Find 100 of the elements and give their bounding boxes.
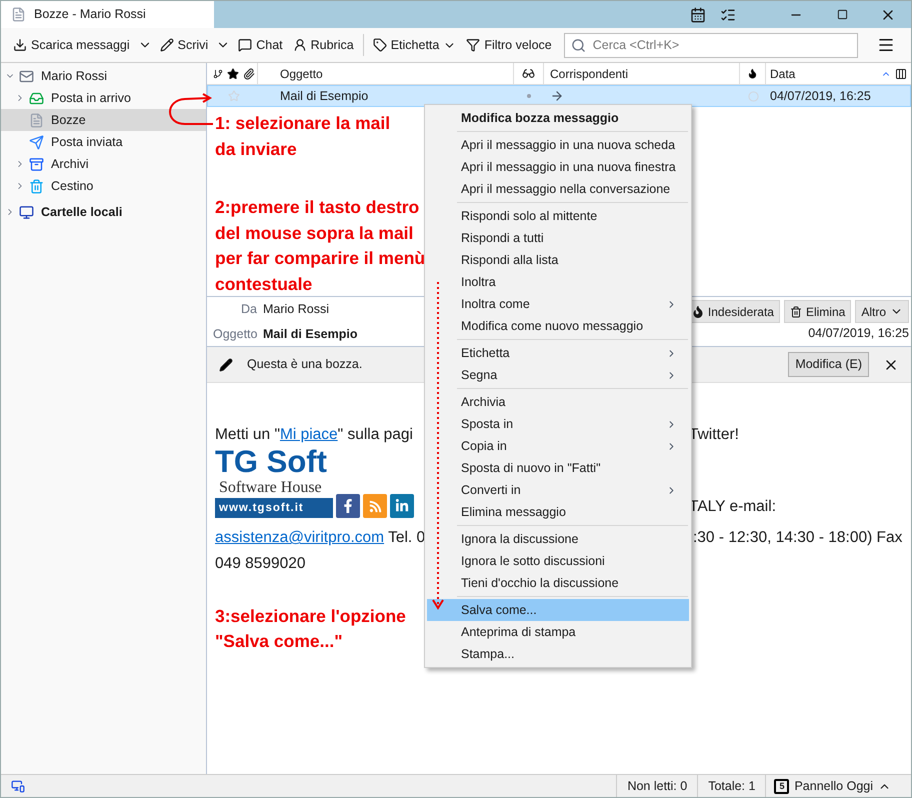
menu-item[interactable]: Copia in (427, 435, 689, 457)
unread-count: Non letti: 0 (616, 775, 698, 797)
message-subject: Mail di Esempio (279, 88, 370, 105)
folder-name: Bozze (51, 112, 86, 129)
folder-item[interactable]: Posta inviata (1, 131, 206, 153)
menu-item[interactable]: Etichetta (427, 342, 689, 364)
menu-item[interactable]: Modifica bozza messaggio (427, 107, 689, 129)
today-pane-button[interactable]: 5 Pannello Oggi (765, 775, 899, 797)
toolbar-button[interactable]: Filtro veloce (462, 32, 556, 58)
folder-name: Cartelle locali (41, 204, 122, 221)
menu-item[interactable]: Rispondi alla lista (427, 249, 689, 271)
flame-icon (747, 68, 758, 79)
folder-item[interactable]: Mario Rossi (1, 65, 206, 87)
menu-item[interactable]: Salva come... (427, 599, 689, 621)
document-icon (29, 112, 44, 128)
header-button[interactable]: Elimina (784, 300, 852, 323)
toolbar-button[interactable]: Scarica messaggi (9, 32, 134, 58)
message-subject: Mail di Esempio (263, 326, 358, 343)
menu-item[interactable]: Apri il messaggio in una nuova scheda (427, 134, 689, 156)
flame-icon (692, 306, 704, 318)
menu-item[interactable]: Segna (427, 364, 689, 386)
archive-icon (29, 156, 44, 172)
facebook-icon[interactable] (336, 494, 360, 518)
folder-name: Posta inviata (51, 134, 123, 151)
menu-item[interactable]: Sposta in (427, 413, 689, 435)
field-label: Da (240, 300, 257, 318)
column-picker-icon[interactable] (895, 68, 907, 80)
send-icon (29, 134, 44, 150)
annotation-text: 2:premere il tasto destro del mouse sopra la mail per far comparire il menù contestuale (215, 196, 426, 296)
header-button[interactable]: Altro (855, 300, 909, 323)
folder-name: Mario Rossi (41, 68, 107, 85)
linkedin-icon[interactable] (390, 494, 414, 518)
folder-item[interactable]: Posta in arrivo (1, 87, 206, 109)
message-date: 04/07/2019, 16:25 (769, 88, 871, 105)
inbox-icon (29, 90, 44, 106)
monitor-icon (19, 204, 34, 220)
body-text: 049 8599020 (215, 554, 306, 574)
menu-item[interactable]: Ignora le sotto discussioni (427, 550, 689, 572)
folder-item[interactable]: Cestino (1, 175, 206, 197)
download-icon (13, 38, 27, 52)
body-text: Twitter! (689, 425, 739, 445)
tag-icon (372, 38, 387, 52)
paperclip-icon (241, 68, 257, 80)
body-text: TALY e-mail: (689, 497, 776, 517)
annotation-text: 1: selezionare la mail da inviare (215, 112, 392, 160)
menu-item[interactable]: Apri il messaggio in una nuova finestra (427, 156, 689, 178)
logo-title: TG Soft (215, 446, 328, 478)
column-header[interactable]: Corrispondenti (550, 64, 628, 82)
menu-item[interactable]: Apri il messaggio nella conversazione (427, 178, 689, 200)
trash-icon (790, 306, 802, 318)
edit-button[interactable]: Modifica (E) (788, 352, 869, 377)
annotation-text: 3:selezionare l'opzione "Salva come..." (215, 604, 407, 654)
document-icon (11, 7, 26, 22)
logo-url: www.tgsoft.it (215, 498, 333, 518)
arrow-icon (550, 89, 564, 103)
menu-item[interactable]: Elimina messaggio (427, 501, 689, 523)
toolbar-button[interactable]: Etichetta (368, 32, 460, 58)
funnel-icon (466, 38, 480, 52)
pencil-icon (219, 358, 233, 372)
column-header[interactable]: Data (770, 64, 796, 82)
message-row[interactable]: Mail di Esempio 04/07/2019, 16:25 (207, 85, 911, 107)
menu-item[interactable]: Tieni d'occhio la discussione (427, 572, 689, 594)
field-label: Oggetto (213, 326, 257, 343)
message-date: 04/07/2019, 16:25 (808, 325, 909, 342)
folder-name: Posta in arrivo (51, 90, 131, 107)
column-header[interactable]: Oggetto (280, 64, 323, 82)
folder-name: Archivi (51, 156, 89, 173)
menu-item[interactable]: Stampa... (427, 643, 689, 665)
chat-bubble-icon (238, 38, 252, 52)
menu-item[interactable]: Rispondi solo al mittente (427, 205, 689, 227)
menu-item[interactable]: Ignora la discussione (427, 528, 689, 550)
trash-icon (29, 178, 44, 194)
window-title: Bozze - Mario Rossi (34, 6, 146, 24)
menu-item[interactable]: Anteprima di stampa (427, 621, 689, 643)
star-icon[interactable] (226, 90, 242, 102)
toolbar-button[interactable]: Rubrica (288, 32, 358, 58)
folder-item[interactable]: Cartelle locali (1, 201, 206, 223)
toolbar-button[interactable]: Chat (234, 32, 287, 58)
network-icon (11, 779, 25, 793)
search-field[interactable]: Cerca <Ctrl+K> (564, 32, 858, 58)
menu-item[interactable]: Converti in (427, 479, 689, 501)
glasses-icon (522, 67, 535, 80)
search-icon (570, 38, 586, 52)
folder-item[interactable]: Bozze (1, 109, 206, 131)
folder-item[interactable]: Archivi (1, 153, 206, 175)
contact-icon (292, 38, 307, 52)
calendar-day-icon: 5 (774, 778, 790, 794)
pencil-icon (160, 38, 174, 52)
email-link[interactable]: assistenza@viritpro.com (215, 529, 384, 546)
menu-item[interactable]: Sposta di nuovo in "Fatti" (427, 457, 689, 479)
menu-item[interactable]: Inoltra (427, 271, 689, 293)
menu-item[interactable]: Rispondi a tutti (427, 227, 689, 249)
total-count: Totale: 1 (697, 775, 766, 797)
junk-status-icon (748, 90, 758, 102)
body-text: :30 - 12:30, 14:30 - 18:00) Fax (693, 528, 902, 548)
envelope-icon (19, 68, 34, 84)
menu-item[interactable]: Archivia (427, 391, 689, 413)
link[interactable]: Mi piace (280, 426, 338, 443)
star-icon (225, 68, 241, 80)
toolbar-button[interactable]: Scrivi (156, 32, 212, 58)
